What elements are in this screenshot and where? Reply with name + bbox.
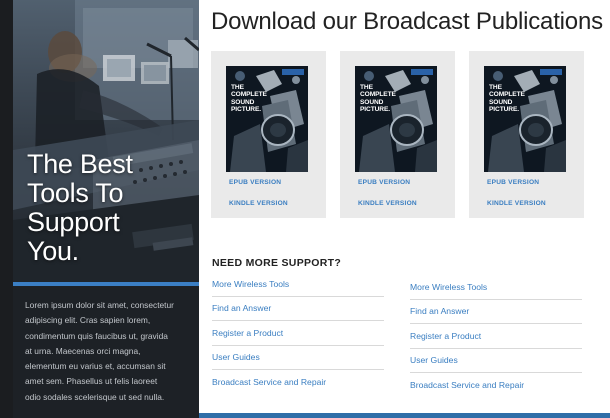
hero-image: The Best Tools To Support You.	[13, 0, 199, 282]
publication-card: THE COMPLETE SOUND PICTURE. EPUB VERSION…	[469, 51, 584, 218]
sidebar-paragraph-line: odio sodales scelerisque ut sed nulla.	[25, 391, 165, 402]
sidebar-paragraph-line: condimentum quis faucibus ut, gravida	[25, 330, 168, 341]
sidebar-paragraph-line: elementum eu varius et, accumsan sit	[25, 361, 166, 372]
support-link-label: Broadcast Service and Repair	[212, 377, 327, 388]
camera-photo-icon	[226, 66, 308, 172]
support-link-user-guides[interactable]: User Guides	[410, 349, 582, 373]
footer-accent-bar	[199, 413, 610, 418]
support-link-label: User Guides	[410, 355, 458, 366]
support-links-right: More Wireless Tools Find an Answer Regis…	[410, 275, 582, 398]
support-link-register-a-product[interactable]: Register a Product	[410, 324, 582, 349]
support-link-label: User Guides	[212, 352, 260, 363]
cover-title: THE COMPLETE SOUND PICTURE.	[231, 84, 275, 113]
hero-title-line: You.	[27, 236, 79, 266]
publication-cover[interactable]: THE COMPLETE SOUND PICTURE.	[226, 66, 308, 172]
support-link-label: Register a Product	[212, 327, 284, 338]
sidebar-paragraph-line: Lorem ipsum dolor sit amet, consectetur	[25, 300, 174, 310]
support-link-label: Find an Answer	[212, 303, 272, 314]
brand-badge-icon	[411, 69, 433, 75]
support-link-find-an-answer[interactable]: Find an Answer	[410, 300, 582, 324]
page-title: Download our Broadcast Publications	[211, 8, 603, 35]
cover-title-line: SOUND	[360, 98, 384, 106]
left-sidebar: The Best Tools To Support You. Lorem ips…	[13, 0, 199, 418]
support-heading: NEED MORE SUPPORT?	[212, 257, 342, 269]
support-link-broadcast-service-repair[interactable]: Broadcast Service and Repair	[410, 373, 582, 398]
kindle-version-link[interactable]: KINDLE VERSION	[358, 200, 417, 207]
support-link-more-wireless-tools[interactable]: More Wireless Tools	[212, 272, 384, 297]
cover-title-line: PICTURE.	[360, 105, 390, 113]
support-link-label: Register a Product	[410, 330, 482, 341]
cover-title-line: THE	[489, 84, 502, 91]
hero-accent-bar	[13, 282, 199, 286]
left-edge-strip	[0, 0, 13, 418]
support-link-user-guides[interactable]: User Guides	[212, 346, 384, 370]
kindle-version-link[interactable]: KINDLE VERSION	[229, 200, 288, 207]
sidebar-paragraph-line: amet sem. Phasellus ut felis laoreet	[25, 376, 158, 387]
cover-title: THE COMPLETE SOUND PICTURE.	[489, 84, 533, 113]
cover-title-line: SOUND	[231, 98, 255, 106]
cover-title-line: COMPLETE	[360, 91, 396, 99]
cover-title-line: THE	[231, 84, 244, 91]
support-link-find-an-answer[interactable]: Find an Answer	[212, 297, 384, 321]
support-link-label: Find an Answer	[410, 306, 470, 317]
support-link-label: Broadcast Service and Repair	[410, 380, 525, 391]
sidebar-paragraph-line: adipiscing elit. Cras sapien lorem,	[25, 315, 151, 326]
cover-title-line: THE	[360, 84, 373, 91]
support-link-broadcast-service-repair[interactable]: Broadcast Service and Repair	[212, 370, 384, 395]
publication-card: THE COMPLETE SOUND PICTURE. EPUB VERSION…	[211, 51, 326, 218]
cover-title-line: PICTURE.	[489, 105, 519, 113]
support-links-left: More Wireless Tools Find an Answer Regis…	[212, 272, 384, 395]
sidebar-paragraph: Lorem ipsum dolor sit amet, consectetur …	[25, 298, 195, 405]
cover-title-line: PICTURE.	[231, 105, 261, 113]
camera-photo-icon	[484, 66, 566, 172]
hero-title-line: The Best	[27, 149, 133, 179]
cover-title: THE COMPLETE SOUND PICTURE.	[360, 84, 404, 113]
kindle-version-link[interactable]: KINDLE VERSION	[487, 200, 546, 207]
camera-photo-icon	[355, 66, 437, 172]
cover-title-line: COMPLETE	[231, 91, 267, 99]
support-link-label: More Wireless Tools	[410, 281, 488, 292]
support-link-label: More Wireless Tools	[212, 278, 290, 289]
brand-badge-icon	[540, 69, 562, 75]
hero-title-line: Tools To	[27, 178, 124, 208]
brand-badge-icon	[282, 69, 304, 75]
support-link-register-a-product[interactable]: Register a Product	[212, 321, 384, 346]
hero-title: The Best Tools To Support You.	[27, 150, 197, 266]
publication-card: THE COMPLETE SOUND PICTURE. EPUB VERSION…	[340, 51, 455, 218]
epub-version-link[interactable]: EPUB VERSION	[487, 179, 539, 186]
publication-cover[interactable]: THE COMPLETE SOUND PICTURE.	[355, 66, 437, 172]
epub-version-link[interactable]: EPUB VERSION	[358, 179, 410, 186]
sidebar-paragraph-line: at urna. Maecenas orci magna,	[25, 345, 141, 356]
publication-cover[interactable]: THE COMPLETE SOUND PICTURE.	[484, 66, 566, 172]
hero-title-line: Support	[27, 207, 120, 237]
support-link-more-wireless-tools[interactable]: More Wireless Tools	[410, 275, 582, 300]
cover-title-line: SOUND	[489, 98, 513, 106]
epub-version-link[interactable]: EPUB VERSION	[229, 179, 281, 186]
cover-title-line: COMPLETE	[489, 91, 525, 99]
